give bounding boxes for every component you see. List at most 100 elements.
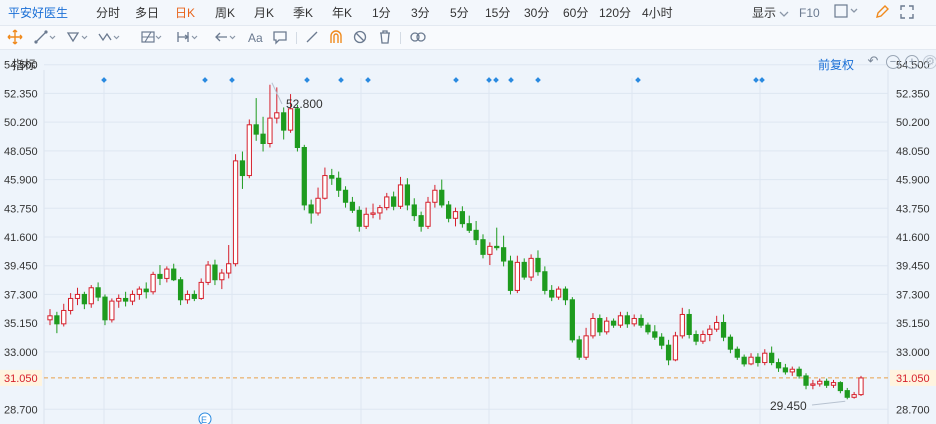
y-tick-label-right: 33.000	[896, 347, 930, 359]
magnet-tool[interactable]	[328, 29, 344, 47]
y-tick-label-right: 31.050	[896, 373, 930, 385]
timeframe-bar: 平安好医生 分时 多日 日K 周K 月K 季K 年K 1分 3分 5分 15分 …	[0, 0, 936, 26]
f10-button[interactable]: F10	[799, 4, 820, 22]
tab-weekly-k[interactable]: 周K	[215, 4, 235, 22]
tab-yearly-k[interactable]: 年K	[332, 4, 352, 22]
tab-60min[interactable]: 60分	[563, 4, 588, 22]
candle-body	[219, 272, 225, 281]
candle-body	[425, 201, 431, 227]
line-tool[interactable]	[34, 29, 58, 47]
candle-body	[817, 380, 823, 385]
candle-body	[734, 348, 740, 358]
tab-monthly-k[interactable]: 月K	[254, 4, 274, 22]
candle-body	[439, 189, 445, 206]
candle-down	[294, 104, 301, 152]
move-icon	[7, 29, 23, 45]
candle-body	[762, 352, 768, 364]
tab-4hour[interactable]: 4小时	[642, 4, 673, 22]
y-tick-label-left: 50.200	[4, 117, 38, 129]
kline-chart[interactable]: 52.800 29.450 E 54.500 52.350 50.200 48.050 45…	[0, 50, 936, 424]
tab-timeshare[interactable]: 分时	[96, 4, 120, 22]
pencil-icon	[876, 5, 889, 18]
tab-5min[interactable]: 5分	[450, 4, 469, 22]
indicator-label[interactable]: 指标	[12, 56, 36, 73]
erase-line-tool[interactable]	[304, 29, 320, 47]
candle-body	[672, 335, 679, 361]
candle-body	[665, 344, 672, 361]
y-tick-label-right: 35.150	[896, 318, 930, 330]
link-tool[interactable]	[408, 29, 428, 47]
settings-icon[interactable]: ⚙	[923, 55, 936, 69]
candle-body	[81, 293, 87, 305]
candle-body	[707, 328, 713, 336]
candle-body	[686, 313, 692, 336]
chart-canvas[interactable]: 52.80029.450E 54.50052.35050.20048.05045…	[0, 50, 936, 424]
candle-body	[782, 367, 789, 373]
fibonacci-icon	[141, 31, 162, 43]
drawing-toolbar: Aa	[0, 26, 936, 50]
candle-body	[624, 315, 630, 325]
fibonacci-tool[interactable]	[140, 29, 166, 47]
candle-body	[164, 268, 170, 279]
candle-up	[205, 261, 211, 286]
hide-drawings-tool[interactable]	[352, 29, 368, 47]
tab-multi-day[interactable]: 多日	[135, 4, 159, 22]
candle-up	[672, 331, 679, 362]
tab-daily-k[interactable]: 日K	[175, 4, 195, 22]
candle-body	[693, 334, 699, 342]
candle-body	[171, 268, 177, 281]
candle-body	[184, 293, 191, 301]
channel-tool[interactable]	[66, 29, 92, 47]
y-tick-label-right: 39.450	[896, 261, 930, 273]
wave-tool[interactable]	[98, 29, 124, 47]
delete-drawings-tool[interactable]	[377, 29, 393, 47]
comment-tool[interactable]	[272, 29, 288, 47]
candle-body	[129, 293, 136, 302]
square-icon	[834, 4, 858, 18]
candle-body	[755, 356, 761, 364]
y-tick-label-right: 48.050	[896, 146, 930, 158]
tab-1min[interactable]: 1分	[372, 4, 391, 22]
candle-body	[349, 201, 356, 211]
candle-down	[576, 335, 582, 360]
candle-body	[576, 339, 582, 358]
text-tool[interactable]: Aa	[248, 29, 263, 47]
layout-toggle[interactable]	[834, 4, 860, 22]
y-tick-label-left: 37.300	[4, 289, 38, 301]
zoom-in-icon[interactable]: +	[905, 55, 919, 69]
fullscreen-button[interactable]	[899, 4, 915, 22]
candle-body	[549, 289, 555, 298]
candle-body	[274, 112, 280, 119]
zoom-out-icon[interactable]: −	[886, 55, 900, 69]
crosshair-tool[interactable]	[7, 29, 23, 47]
stock-name[interactable]: 平安好医生	[8, 4, 68, 22]
low-price-label: 29.450	[770, 399, 807, 413]
candle-up	[232, 154, 239, 267]
adjust-mode-button[interactable]: 前复权	[818, 56, 854, 73]
y-tick-label-left: 45.900	[4, 175, 38, 187]
candle-body	[789, 368, 795, 373]
y-tick-label-left: 39.450	[4, 261, 38, 273]
tab-quarterly-k[interactable]: 季K	[293, 4, 313, 22]
channel-icon	[66, 32, 88, 43]
arrow-tool[interactable]	[214, 29, 240, 47]
candle-body	[116, 297, 122, 302]
undo-icon[interactable]: ↶	[866, 54, 880, 69]
candle-body	[246, 124, 252, 177]
candle-body	[535, 257, 541, 273]
candle-down	[301, 144, 307, 211]
tab-30min[interactable]: 30分	[524, 4, 549, 22]
draw-pencil-button[interactable]	[874, 4, 890, 22]
candle-body	[281, 112, 287, 131]
tab-3min[interactable]: 3分	[411, 4, 430, 22]
candle-body	[205, 264, 211, 283]
range-tool[interactable]	[176, 29, 202, 47]
trash-icon	[380, 30, 390, 44]
display-menu[interactable]: 显示	[752, 4, 789, 22]
candle-body	[597, 317, 603, 333]
tab-120min[interactable]: 120分	[599, 4, 631, 22]
tab-15min[interactable]: 15分	[485, 4, 510, 22]
candle-body	[370, 212, 376, 215]
candle-body	[796, 368, 802, 377]
candle-body	[267, 117, 273, 144]
